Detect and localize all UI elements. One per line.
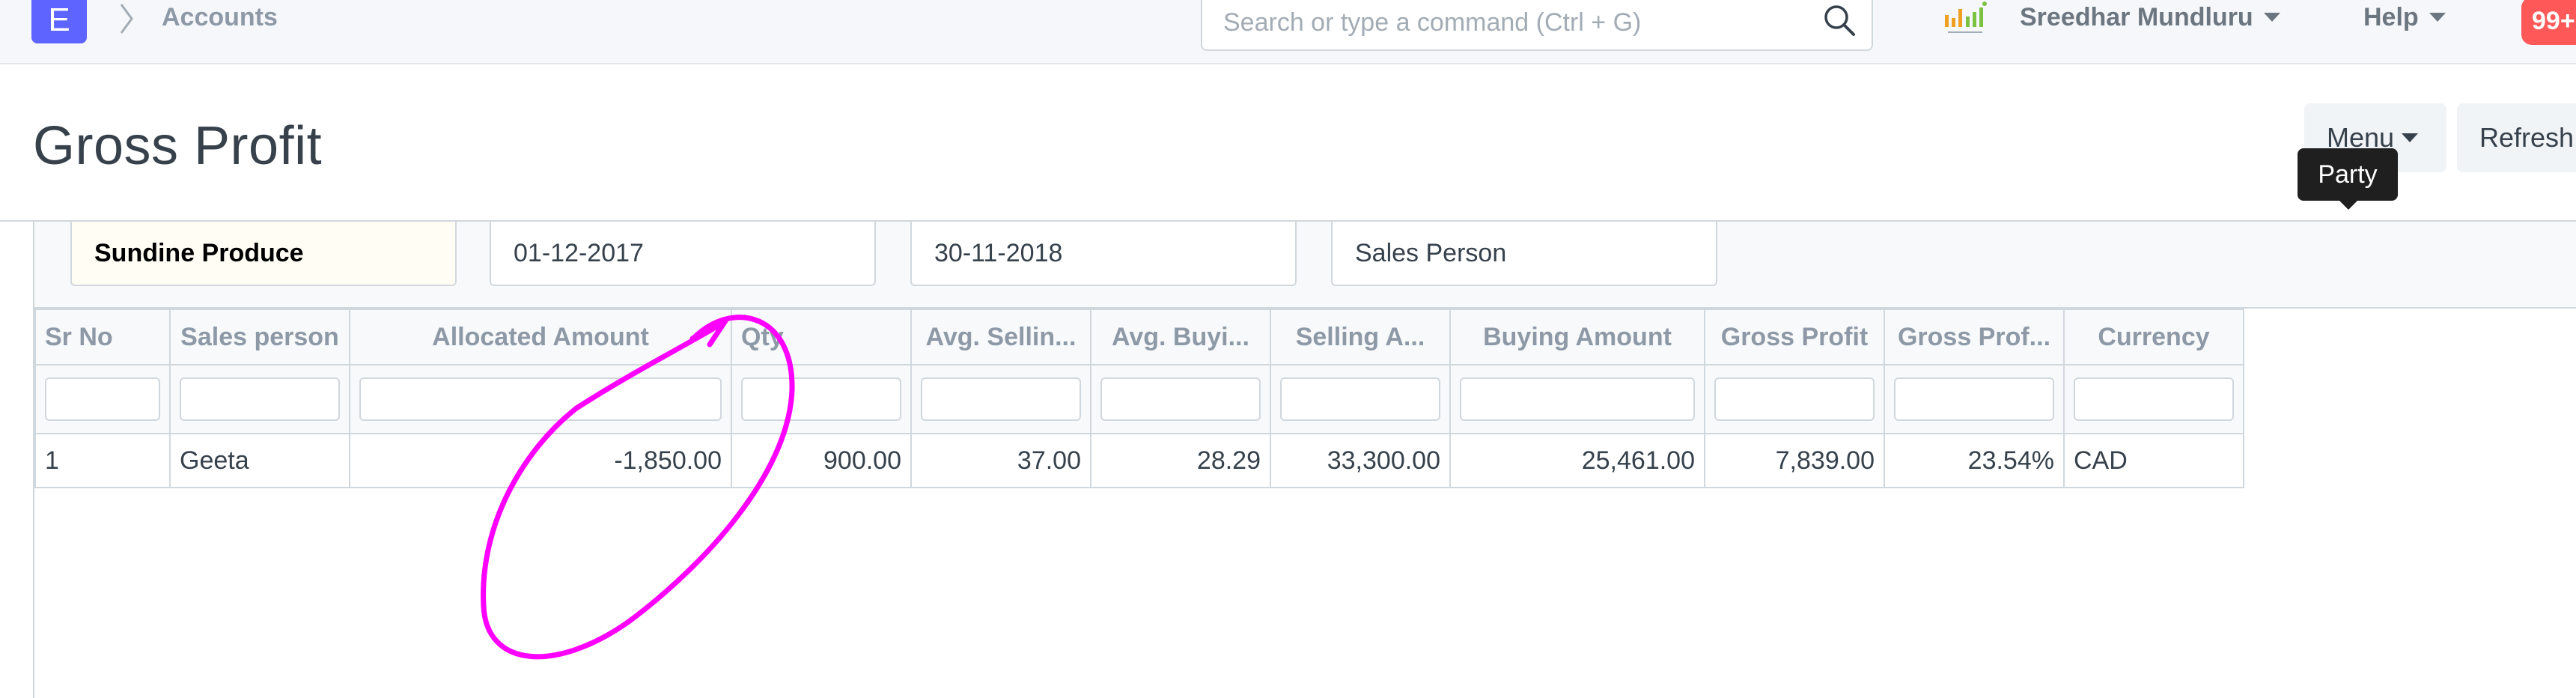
table-row[interactable]: 1 Geeta -1,850.00 900.00 37.00 28.29 33,… — [34, 433, 2244, 488]
search-icon[interactable] — [1821, 1, 1858, 39]
table-cell[interactable]: 37.00 — [910, 433, 1091, 488]
column-filter-input[interactable] — [921, 377, 1081, 421]
column-header-avg-selling[interactable]: Avg. Sellin... — [910, 309, 1091, 365]
help-label: Help — [2363, 3, 2419, 31]
user-menu[interactable]: Sreedhar Mundluru — [2020, 3, 2280, 32]
page-title: Gross Profit — [33, 116, 323, 176]
filter-bar: Sundine Produce 01-12-2017 30-11-2018 Sa… — [34, 222, 2576, 309]
chevron-right-icon — [120, 4, 133, 34]
column-header-currency[interactable]: Currency — [2063, 309, 2244, 365]
column-header-selling-amount[interactable]: Selling A... — [1270, 309, 1451, 365]
column-header-gross-profit-pct[interactable]: Gross Prof... — [1884, 309, 2065, 365]
column-header-gross-profit[interactable]: Gross Profit — [1704, 309, 1885, 365]
search-input[interactable] — [1223, 1, 1822, 43]
column-filter-input[interactable] — [741, 377, 901, 421]
column-filter-row — [34, 364, 2244, 434]
column-header-avg-buying[interactable]: Avg. Buyi... — [1090, 309, 1271, 365]
navbar: E Accounts Sreedhar Mundluru Help 99+ — [0, 0, 2576, 64]
column-header-sales-person[interactable]: Sales person — [169, 309, 350, 365]
group-by-filter[interactable]: Sales Person — [1331, 222, 1717, 286]
column-header-sr-no[interactable]: Sr No — [34, 309, 171, 365]
refresh-button[interactable]: Refresh — [2457, 103, 2576, 172]
caret-down-icon — [2402, 133, 2419, 143]
table-cell[interactable]: 33,300.00 — [1270, 433, 1451, 488]
table-cell[interactable]: -1,850.00 — [349, 433, 732, 488]
column-filter-input[interactable] — [1460, 377, 1695, 421]
app-logo[interactable]: E — [31, 0, 87, 43]
report-area: Sundine Produce 01-12-2017 30-11-2018 Sa… — [33, 222, 2576, 698]
table-cell[interactable]: Geeta — [169, 433, 350, 488]
table-cell[interactable]: 25,461.00 — [1449, 433, 1705, 488]
to-date-filter[interactable]: 30-11-2018 — [910, 222, 1297, 286]
table-cell[interactable]: CAD — [2063, 433, 2244, 488]
column-filter-input[interactable] — [1100, 377, 1261, 421]
table-cell[interactable]: 28.29 — [1090, 433, 1271, 488]
column-filter-input[interactable] — [180, 377, 340, 421]
table-cell[interactable]: 23.54% — [1884, 433, 2065, 488]
table-cell[interactable]: 7,839.00 — [1704, 433, 1885, 488]
company-filter[interactable]: Sundine Produce — [70, 222, 457, 286]
from-date-filter[interactable]: 01-12-2017 — [490, 222, 876, 286]
column-filter-input[interactable] — [359, 377, 722, 421]
caret-down-icon — [2429, 13, 2446, 22]
table-cell[interactable]: 1 — [34, 433, 171, 488]
breadcrumb-accounts[interactable]: Accounts — [162, 3, 278, 32]
user-name: Sreedhar Mundluru — [2020, 3, 2253, 31]
brand-logo-icon — [1945, 1, 1987, 33]
column-filter-input[interactable] — [45, 377, 160, 421]
notification-badge[interactable]: 99+ — [2521, 0, 2576, 45]
column-filter-input[interactable] — [1894, 377, 2054, 421]
tooltip: Party — [2298, 148, 2398, 210]
column-filter-input[interactable] — [1280, 377, 1440, 421]
column-filter-input[interactable] — [1714, 377, 1875, 421]
caret-down-icon — [2263, 13, 2280, 22]
search-bar[interactable] — [1201, 0, 1873, 51]
report-table: Sr No Sales person Allocated Amount Qty … — [34, 309, 2244, 488]
column-header-buying-amount[interactable]: Buying Amount — [1449, 309, 1705, 365]
column-header-allocated-amount[interactable]: Allocated Amount — [349, 309, 732, 365]
column-filter-input[interactable] — [2074, 377, 2234, 421]
help-menu[interactable]: Help — [2363, 3, 2446, 32]
header-row: Sr No Sales person Allocated Amount Qty … — [34, 309, 2244, 365]
table-cell[interactable]: 900.00 — [731, 433, 912, 488]
column-header-qty[interactable]: Qty — [731, 309, 912, 365]
